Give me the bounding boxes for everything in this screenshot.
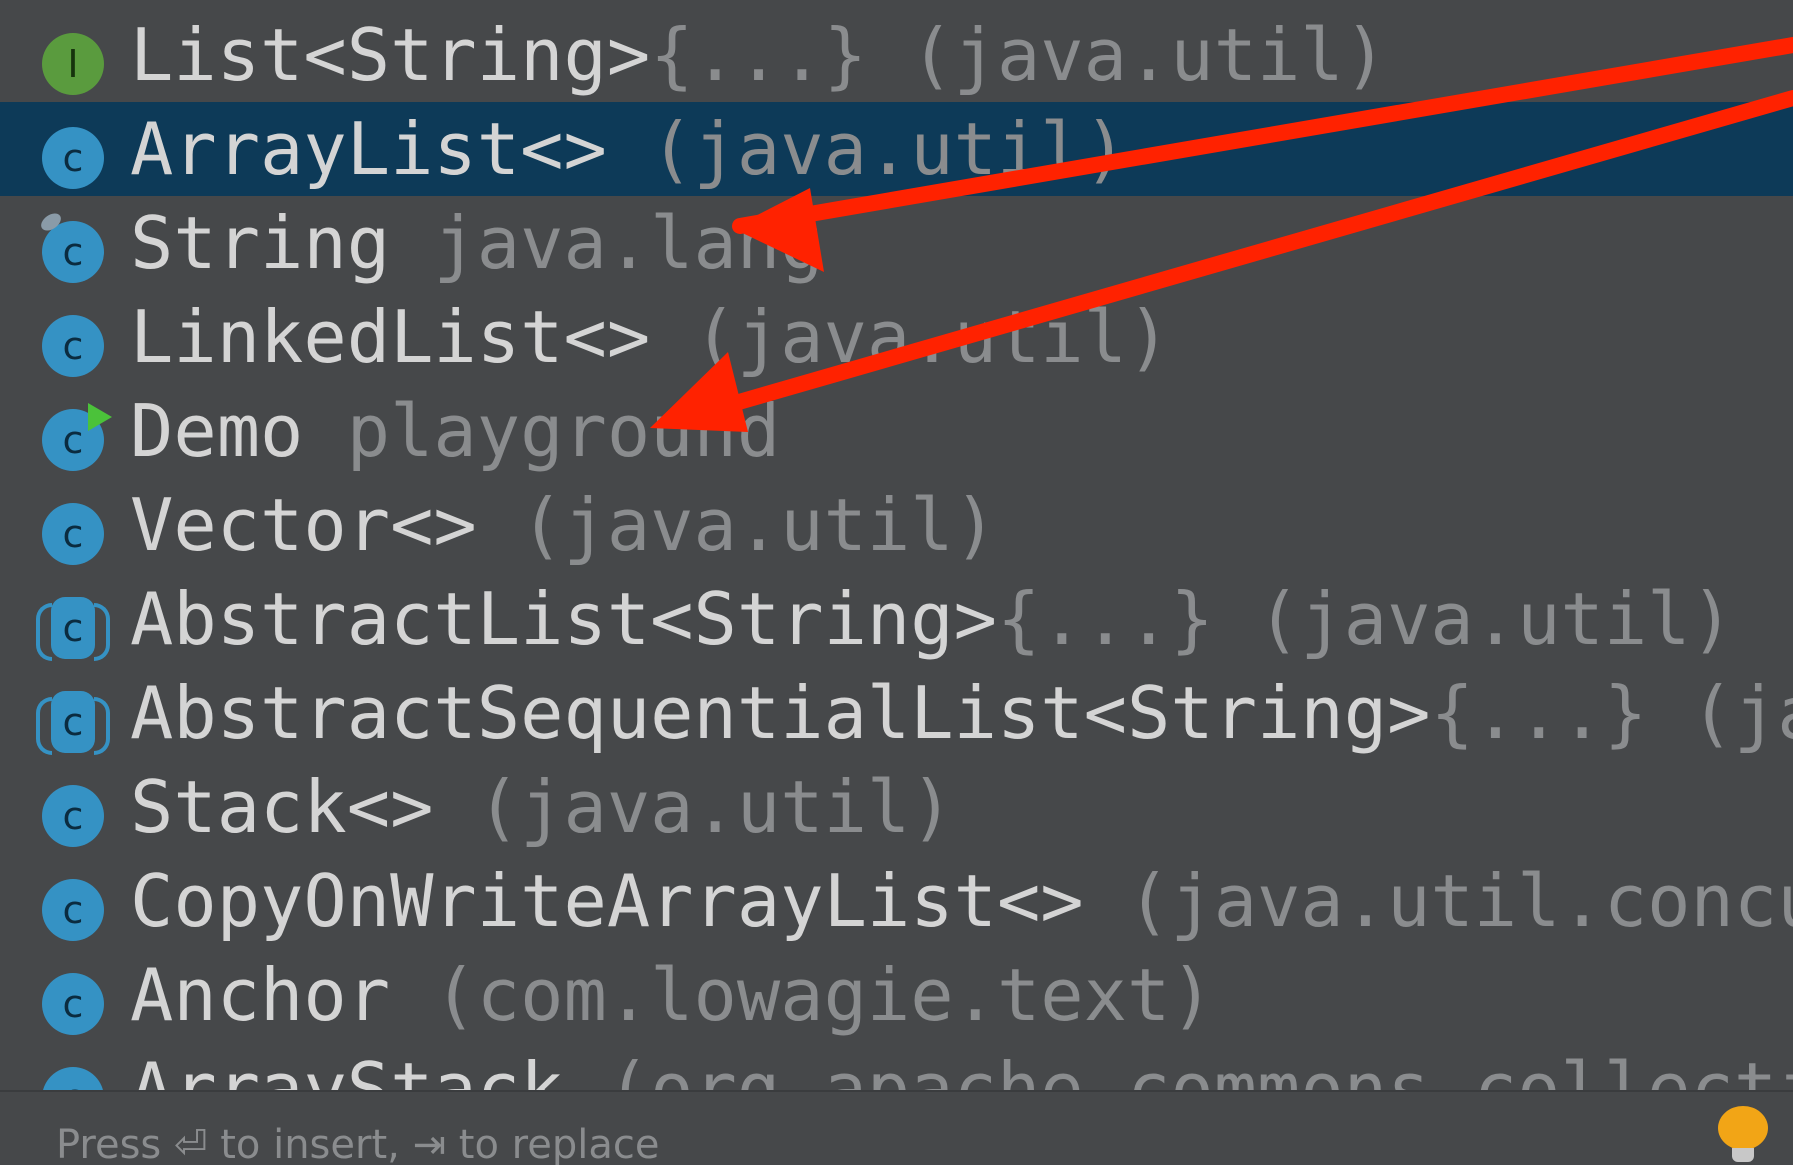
icon-glyph: c [42,785,104,847]
completion-item[interactable]: c ArrayStack (org.apache.commons.collecti… [0,1042,1793,1090]
completion-item[interactable]: c Demo playground [0,384,1793,478]
item-type-text: (org.apache.commons.collecti… [563,1047,1793,1090]
icon-glyph: c [42,315,104,377]
class-icon: c [42,503,104,565]
completion-item-label: ArrayList<> (java.util) [130,102,1127,196]
icon-glyph: c [42,973,104,1035]
item-type-text: (java.util) [433,765,954,849]
abstract-class-icon: c [36,597,110,661]
item-name: CopyOnWriteArrayList<> [130,859,1084,943]
completion-item-label: Stack<> (java.util) [130,760,954,854]
icon-glyph: c [42,221,104,283]
item-name: Anchor [130,953,391,1037]
completion-footer: Press ⏎ to insert, ⇥ to replace [0,1090,1793,1165]
completion-item-label: CopyOnWriteArrayList<> (java.util.concu… [130,854,1793,948]
item-name: String [130,201,391,285]
completion-item-label: LinkedList<> (java.util) [130,290,1170,384]
item-type-text: {...} (ja… [1430,671,1793,755]
class-icon: c [42,127,104,189]
item-name: ArrayStack [130,1047,564,1090]
bulb-glass [1718,1106,1768,1150]
item-type-text: (java.util) [650,295,1171,379]
completion-item-label: Vector<> (java.util) [130,478,997,572]
completion-item[interactable]: I List<String>{...} (java.util) [0,8,1793,102]
icon-glyph: c [42,1067,104,1090]
completion-item-label: Anchor (com.lowagie.text) [130,948,1214,1042]
completion-list[interactable]: I List<String>{...} (java.util) c ArrayList… [0,0,1793,1090]
bracket-left [36,697,52,755]
item-type-text: {...} (java.util) [996,577,1734,661]
item-type-text: (java.util) [606,107,1127,191]
item-name: Stack<> [130,765,434,849]
bracket-right [94,603,110,661]
class-icon: c [42,879,104,941]
icon-glyph: c [42,503,104,565]
item-name: Demo [130,389,304,473]
item-name: LinkedList<> [130,295,651,379]
icon-glyph: I [42,33,104,95]
class-icon: c [42,1067,104,1090]
bulb-base [1732,1148,1754,1162]
item-name: Vector<> [130,483,477,567]
item-type-text: java.lang [390,201,824,285]
completion-item-label: Demo playground [130,384,780,478]
completion-item-label: List<String>{...} (java.util) [130,8,1387,102]
icon-glyph: c [42,879,104,941]
item-name: AbstractSequentialList<String> [130,671,1431,755]
completion-item-label: AbstractSequentialList<String>{...} (ja… [130,666,1793,760]
completion-item[interactable]: c AbstractList<String>{...} (java.util) [0,572,1793,666]
completion-item-label: String java.lang [130,196,824,290]
final-class-icon: c [37,209,104,283]
completion-item[interactable]: c AbstractSequentialList<String>{...} (ja… [0,666,1793,760]
class-icon: c [42,785,104,847]
abstract-class-icon: c [36,691,110,755]
completion-item[interactable]: c Stack<> (java.util) [0,760,1793,854]
item-type-text: {...} (java.util) [650,13,1388,97]
item-type-text: (java.util) [476,483,997,567]
class-icon: c [42,973,104,1035]
completion-item[interactable]: c Anchor (com.lowagie.text) [0,948,1793,1042]
lightbulb-icon[interactable] [1718,1106,1768,1162]
completion-item[interactable]: c CopyOnWriteArrayList<> (java.util.concu… [0,854,1793,948]
icon-glyph: c [51,597,95,659]
item-name: List<String> [130,13,651,97]
item-type-text: (com.lowagie.text) [390,953,1214,1037]
completion-item[interactable]: c LinkedList<> (java.util) [0,290,1793,384]
icon-glyph: c [51,691,95,753]
completion-popup: I List<String>{...} (java.util) c ArrayList… [0,0,1793,1165]
completion-item[interactable]: c Vector<> (java.util) [0,478,1793,572]
runnable-class-icon: c [42,403,112,471]
bracket-left [36,603,52,661]
class-icon: c [42,315,104,377]
item-name: AbstractList<String> [130,577,997,661]
item-type-text: playground [303,389,781,473]
run-badge-icon [88,403,112,431]
item-type-text: (java.util.concu… [1083,859,1793,943]
footer-hint: Press ⏎ to insert, ⇥ to replace [56,1122,660,1165]
completion-item-label: ArrayStack (org.apache.commons.collecti… [130,1042,1793,1090]
completion-item-label: AbstractList<String>{...} (java.util) [130,572,1734,666]
icon-glyph: c [42,127,104,189]
completion-item[interactable]: c ArrayList<> (java.util) [0,102,1793,196]
interface-icon: I [42,33,104,95]
completion-item[interactable]: c String java.lang [0,196,1793,290]
item-name: ArrayList<> [130,107,607,191]
bracket-right [94,697,110,755]
